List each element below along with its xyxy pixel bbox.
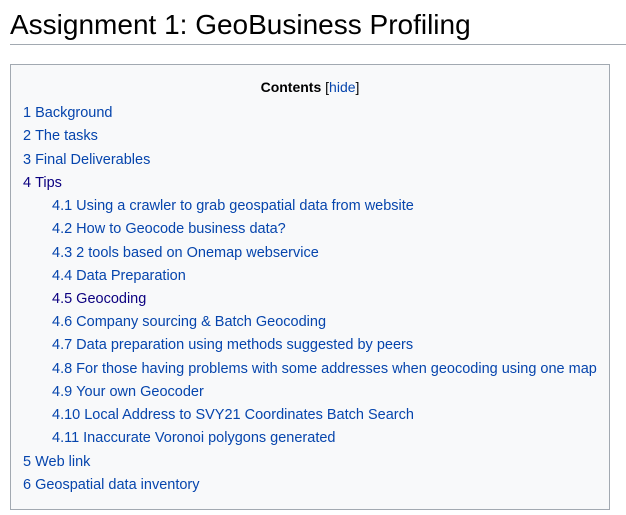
- toc-item-number: 2: [23, 128, 32, 144]
- title-divider: [10, 44, 626, 45]
- toc-heading: Contents: [260, 79, 322, 95]
- toc-item-company-sourcing[interactable]: 4.6 Company sourcing & Batch Geocoding: [52, 313, 326, 331]
- toc-item-background[interactable]: 1 Background: [23, 104, 112, 122]
- toc-item-text: Local Address to SVY21 Coordinates Batch…: [84, 407, 414, 423]
- toc-item-final-deliverables[interactable]: 3 Final Deliverables: [23, 151, 150, 169]
- toc-toggle: [hide]: [325, 79, 359, 95]
- toc-item-number: 4.1: [52, 198, 73, 214]
- toc-item-address-problems[interactable]: 4.8 For those having problems with some a…: [52, 360, 597, 378]
- toc-item-svy21-batch-search[interactable]: 4.10 Local Address to SVY21 Coordinates B…: [52, 406, 414, 424]
- toc-item-geocoding[interactable]: 4.5 Geocoding: [52, 290, 146, 308]
- toc-item-number: 4.7: [52, 337, 73, 353]
- toc-item-number: 6: [23, 477, 32, 493]
- table-of-contents: Contents [hide] 1 Background 2 The tasks 3…: [10, 64, 610, 510]
- toc-item-peer-methods[interactable]: 4.7 Data preparation using methods sugges…: [52, 336, 413, 354]
- toc-item-text: Data preparation using methods suggested…: [76, 337, 414, 353]
- toc-item-number: 5: [23, 454, 32, 470]
- toc-item-voronoi-polygons[interactable]: 4.11 Inaccurate Voronoi polygons generate…: [52, 429, 335, 447]
- toc-item-number: 4.9: [52, 384, 73, 400]
- toc-item-number: 4: [23, 175, 32, 191]
- toc-item-text: Company sourcing & Batch Geocoding: [76, 314, 327, 330]
- toc-item-text: Final Deliverables: [35, 152, 151, 168]
- toc-item-text: Background: [35, 105, 113, 121]
- toc-item-text: How to Geocode business data?: [76, 221, 286, 237]
- toc-hide-link[interactable]: hide: [329, 79, 355, 95]
- toc-item-text: Using a crawler to grab geospatial data …: [76, 198, 414, 214]
- toc-item-text: For those having problems with some addr…: [76, 361, 597, 377]
- toc-item-number: 1: [23, 105, 32, 121]
- toc-item-text: The tasks: [35, 128, 98, 144]
- toc-item-web-link[interactable]: 5 Web link: [23, 453, 90, 471]
- toc-item-number: 4.5: [52, 291, 73, 307]
- toc-item-number: 4.11: [52, 430, 80, 446]
- toc-item-onemap-tools[interactable]: 4.3 2 tools based on Onemap webservice: [52, 244, 319, 262]
- toc-header: Contents [hide]: [11, 78, 609, 96]
- toc-item-data-inventory[interactable]: 6 Geospatial data inventory: [23, 476, 200, 494]
- toc-toggle-close-bracket: ]: [355, 79, 360, 95]
- toc-item-text: Tips: [35, 175, 62, 191]
- toc-item-number: 4.8: [52, 361, 73, 377]
- toc-item-data-preparation[interactable]: 4.4 Data Preparation: [52, 267, 186, 285]
- toc-item-own-geocoder[interactable]: 4.9 Your own Geocoder: [52, 383, 204, 401]
- toc-item-text: Web link: [35, 454, 91, 470]
- toc-item-number: 3: [23, 152, 32, 168]
- toc-item-text: Geocoding: [76, 291, 147, 307]
- toc-item-text: Inaccurate Voronoi polygons generated: [83, 430, 336, 446]
- toc-item-crawler[interactable]: 4.1 Using a crawler to grab geospatial da…: [52, 197, 414, 215]
- toc-item-number: 4.10: [52, 407, 81, 423]
- toc-item-geocode-business-data[interactable]: 4.2 How to Geocode business data?: [52, 220, 286, 238]
- toc-item-the-tasks[interactable]: 2 The tasks: [23, 127, 98, 145]
- toc-item-text: 2 tools based on Onemap webservice: [76, 245, 319, 261]
- toc-item-number: 4.4: [52, 268, 73, 284]
- toc-item-text: Data Preparation: [76, 268, 186, 284]
- toc-item-text: Geospatial data inventory: [35, 477, 200, 493]
- toc-item-number: 4.3: [52, 245, 73, 261]
- toc-item-number: 4.2: [52, 221, 73, 237]
- toc-item-number: 4.6: [52, 314, 73, 330]
- page-title: Assignment 1: GeoBusiness Profiling: [10, 9, 471, 40]
- toc-item-text: Your own Geocoder: [76, 384, 204, 400]
- toc-item-tips[interactable]: 4 Tips: [23, 174, 62, 192]
